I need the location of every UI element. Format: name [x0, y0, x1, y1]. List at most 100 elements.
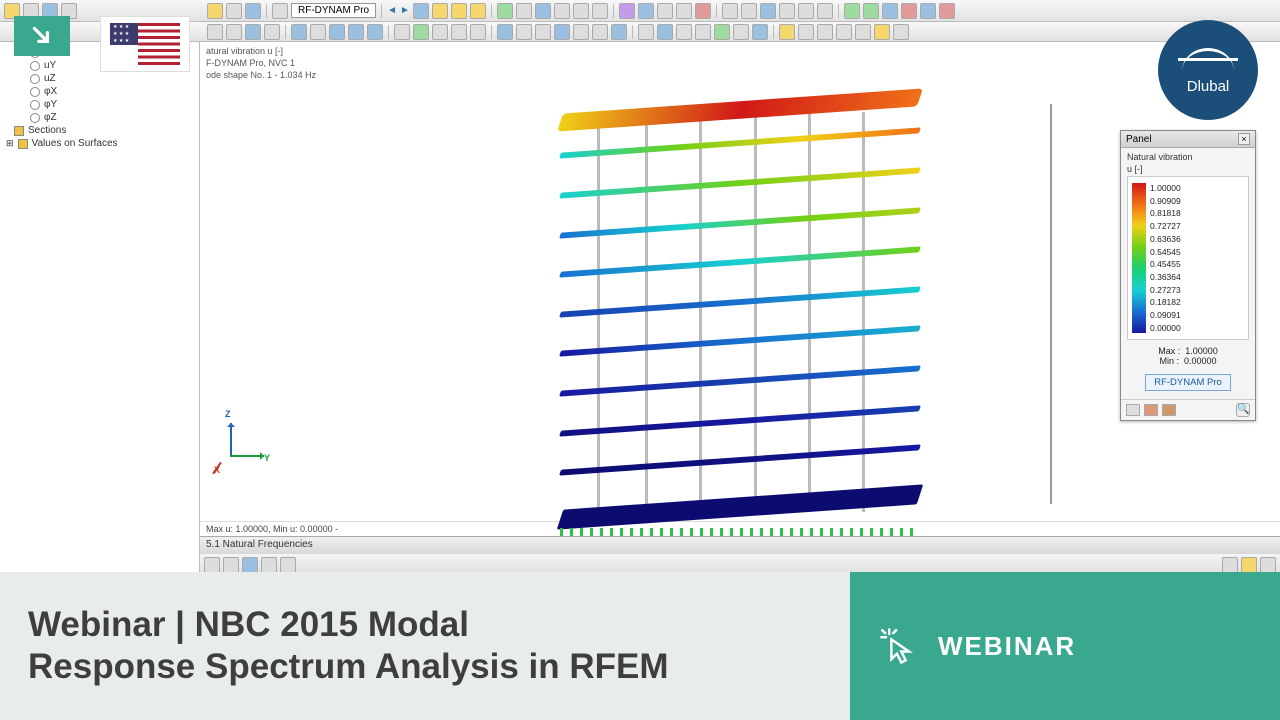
tool-icon[interactable] [722, 3, 738, 19]
tool-icon[interactable] [272, 3, 288, 19]
tool-icon[interactable] [470, 24, 486, 40]
legend-gradient [1132, 183, 1146, 333]
tool-icon[interactable] [535, 3, 551, 19]
tool-icon[interactable] [394, 24, 410, 40]
tool-icon[interactable] [280, 557, 296, 573]
tool-icon[interactable] [817, 24, 833, 40]
tool-icon[interactable] [592, 3, 608, 19]
tool-icon[interactable] [676, 24, 692, 40]
tool-icon[interactable] [516, 24, 532, 40]
tool-icon[interactable] [779, 3, 795, 19]
tool-icon[interactable] [204, 557, 220, 573]
tool-icon[interactable] [1241, 557, 1257, 573]
tool-icon[interactable] [554, 3, 570, 19]
module-button[interactable]: RF-DYNAM Pro [1145, 374, 1231, 391]
tool-icon[interactable] [760, 3, 776, 19]
tool-icon[interactable] [592, 24, 608, 40]
tool-icon[interactable] [310, 24, 326, 40]
panel-footer-icon[interactable] [1144, 404, 1158, 416]
tool-icon[interactable] [844, 3, 860, 19]
tool-icon[interactable] [223, 557, 239, 573]
tree-label[interactable]: φZ [44, 112, 57, 123]
tree-label[interactable]: φX [44, 86, 57, 97]
tree-label[interactable]: φY [44, 99, 57, 110]
tool-icon[interactable] [261, 557, 277, 573]
tool-icon[interactable] [752, 24, 768, 40]
tool-icon[interactable] [638, 3, 654, 19]
tool-icon[interactable] [413, 3, 429, 19]
tree-sections[interactable]: Sections [28, 125, 66, 136]
legend-values: 1.000000.90909 0.818180.72727 0.636360.5… [1150, 183, 1181, 333]
tree-values-on-surfaces[interactable]: Values on Surfaces [32, 138, 118, 149]
model-viewport[interactable]: Z Y X [200, 84, 1280, 521]
tool-icon[interactable] [264, 24, 280, 40]
tool-icon[interactable] [863, 3, 879, 19]
tool-icon[interactable] [882, 3, 898, 19]
tool-icon[interactable] [836, 24, 852, 40]
tool-icon[interactable] [226, 24, 242, 40]
building-model [560, 92, 920, 532]
tool-icon[interactable] [741, 3, 757, 19]
tool-icon[interactable] [451, 3, 467, 19]
tool-icon[interactable] [695, 24, 711, 40]
tool-icon[interactable] [798, 24, 814, 40]
tool-icon[interactable] [619, 3, 635, 19]
tool-icon[interactable] [497, 24, 513, 40]
tool-icon[interactable] [554, 24, 570, 40]
tool-icon[interactable] [817, 3, 833, 19]
tool-icon[interactable] [226, 3, 242, 19]
tool-icon[interactable] [901, 3, 917, 19]
tool-icon[interactable] [535, 24, 551, 40]
tree-label[interactable]: uZ [44, 73, 56, 84]
tool-icon[interactable] [413, 24, 429, 40]
panel-footer-icon[interactable] [1162, 404, 1176, 416]
tool-icon[interactable] [657, 24, 673, 40]
tool-icon[interactable] [939, 3, 955, 19]
navigator-tree[interactable]: uX uY uZ φX φY φZ Sections ⊞Values on Su… [0, 42, 200, 576]
tool-icon[interactable] [432, 24, 448, 40]
tool-icon[interactable] [695, 3, 711, 19]
tool-icon[interactable] [367, 24, 383, 40]
tool-icon[interactable] [432, 3, 448, 19]
tool-icon[interactable] [779, 24, 795, 40]
tool-icon[interactable] [291, 24, 307, 40]
tool-icon[interactable] [497, 3, 513, 19]
tool-icon[interactable] [245, 24, 261, 40]
tool-icon[interactable] [676, 3, 692, 19]
close-icon[interactable]: × [1238, 133, 1250, 145]
zoom-icon[interactable]: 🔍 [1236, 403, 1250, 417]
panel-footer-icon[interactable] [1126, 404, 1140, 416]
tool-icon[interactable] [516, 3, 532, 19]
tool-icon[interactable] [893, 24, 909, 40]
us-flag-badge [100, 16, 190, 72]
tool-icon[interactable] [855, 24, 871, 40]
tool-icon[interactable] [207, 24, 223, 40]
tool-icon[interactable] [798, 3, 814, 19]
tool-icon[interactable] [714, 24, 730, 40]
panel-subtitle: Natural vibration [1127, 152, 1249, 162]
tool-icon[interactable] [451, 24, 467, 40]
cursor-click-icon [876, 624, 920, 668]
results-panel[interactable]: Panel × Natural vibration u [-] 1.000000… [1120, 130, 1256, 421]
tool-icon[interactable] [245, 3, 261, 19]
tree-label[interactable]: uY [44, 60, 56, 71]
tool-icon[interactable] [573, 3, 589, 19]
tool-icon[interactable] [207, 3, 223, 19]
tool-icon[interactable] [657, 3, 673, 19]
tool-icon[interactable] [1222, 557, 1238, 573]
tool-icon[interactable] [329, 24, 345, 40]
bridge-icon [1178, 46, 1238, 74]
module-tab[interactable]: RF-DYNAM Pro [291, 3, 376, 18]
banner-title: Webinar | NBC 2015 Modal Response Spectr… [28, 604, 669, 688]
tool-icon[interactable] [733, 24, 749, 40]
tool-icon[interactable] [348, 24, 364, 40]
tool-icon[interactable] [573, 24, 589, 40]
results-tab[interactable]: 5.1 Natural Frequencies [200, 536, 1280, 554]
tool-icon[interactable] [470, 3, 486, 19]
tool-icon[interactable] [611, 24, 627, 40]
tool-icon[interactable] [920, 3, 936, 19]
tool-icon[interactable] [638, 24, 654, 40]
tool-icon[interactable] [1260, 557, 1276, 573]
tool-icon[interactable] [242, 557, 258, 573]
tool-icon[interactable] [874, 24, 890, 40]
